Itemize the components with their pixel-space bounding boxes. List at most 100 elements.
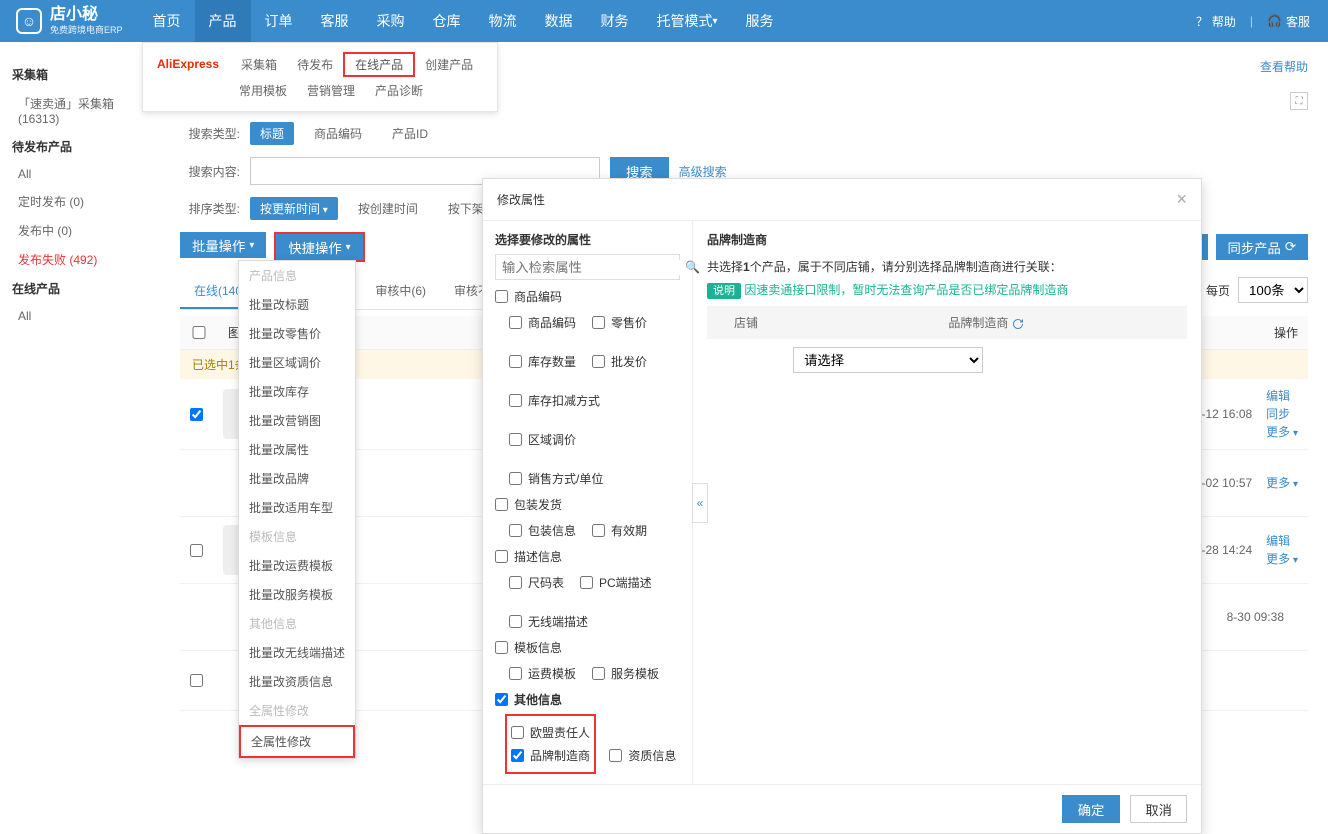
help-button[interactable]: ？帮助	[1196, 13, 1236, 30]
row-more[interactable]: 更多	[1266, 550, 1298, 568]
cancel-button[interactable]: 取消	[1130, 795, 1187, 823]
attr-selector-panel: 选择要修改的属性 🔍 商品编码 商品编码 零售价 库存数量 批发价 库存扣减方式…	[483, 221, 693, 784]
chk-ship[interactable]	[509, 667, 522, 680]
chk-deduct[interactable]	[509, 394, 522, 407]
close-icon[interactable]: ×	[1176, 189, 1187, 210]
chk-eu[interactable]	[511, 726, 524, 739]
grp-tpl-checkbox[interactable]	[495, 641, 508, 654]
sb-online-all[interactable]: All	[8, 303, 142, 329]
dd-qual[interactable]: 批量改资质信息	[239, 667, 355, 696]
chk-brand[interactable]	[511, 749, 524, 762]
dd-price[interactable]: 批量改零售价	[239, 319, 355, 348]
grp-desc-checkbox[interactable]	[495, 550, 508, 563]
chk-size[interactable]	[509, 576, 522, 589]
nav-finance[interactable]: 财务	[587, 0, 643, 42]
submenu-online[interactable]: 在线产品	[343, 52, 415, 77]
dd-region[interactable]: 批量区域调价	[239, 348, 355, 377]
select-all-checkbox[interactable]	[190, 326, 208, 339]
nav-logistics[interactable]: 物流	[475, 0, 531, 42]
attr-search-input[interactable]	[496, 260, 685, 275]
sb-pending-scheduled[interactable]: 定时发布 (0)	[8, 187, 142, 216]
nav-order[interactable]: 订单	[251, 0, 307, 42]
chk-mobile[interactable]	[509, 615, 522, 628]
nav-warehouse[interactable]: 仓库	[419, 0, 475, 42]
chk-pc[interactable]	[580, 576, 593, 589]
nav-data[interactable]: 数据	[531, 0, 587, 42]
search-content-label: 搜索内容:	[180, 163, 240, 180]
dd-mobile-desc[interactable]: 批量改无线端描述	[239, 638, 355, 667]
logo[interactable]: ☺ 店小秘 免费跨境电商ERP	[0, 7, 139, 36]
dd-image[interactable]: 批量改营销图	[239, 406, 355, 435]
row-edit[interactable]: 编辑	[1266, 387, 1298, 405]
submenu-marketing[interactable]: 营销管理	[297, 80, 365, 101]
submenu-create[interactable]: 创建产品	[415, 54, 483, 75]
chk-sku[interactable]	[509, 316, 522, 329]
cs-button[interactable]: 🎧客服	[1267, 13, 1310, 30]
sync-button[interactable]: 同步产品 ⟳	[1216, 234, 1308, 260]
chk-sale[interactable]	[509, 472, 522, 485]
tab-review[interactable]: 审核中(6)	[361, 274, 440, 309]
grp-pack-checkbox[interactable]	[495, 498, 508, 511]
refresh-icon[interactable]	[1012, 316, 1024, 330]
sort-create[interactable]: 按创建时间	[348, 197, 428, 220]
sb-pending-publishing[interactable]: 发布中 (0)	[8, 216, 142, 245]
sb-collect-item[interactable]: 「速卖通」采集箱 (16313)	[8, 89, 142, 132]
dd-attr[interactable]: 批量改属性	[239, 435, 355, 464]
brand-select[interactable]: 请选择	[793, 347, 983, 373]
batch-button[interactable]: 批量操作	[180, 232, 266, 258]
chk-valid[interactable]	[592, 524, 605, 537]
row-more[interactable]: 更多	[1266, 474, 1298, 492]
chk-wholesale[interactable]	[592, 355, 605, 368]
dd-hdr-tpl: 模板信息	[239, 522, 355, 551]
search-type-title[interactable]: 标题	[250, 122, 294, 145]
quick-button[interactable]: 快捷操作	[276, 234, 362, 260]
chk-svc[interactable]	[592, 667, 605, 680]
nav-service[interactable]: 服务	[732, 0, 788, 42]
collapse-icon[interactable]: «	[692, 483, 708, 523]
view-help-link[interactable]: 查看帮助	[1260, 58, 1308, 75]
row-more[interactable]: 更多	[1266, 423, 1298, 441]
dd-svc-tpl[interactable]: 批量改服务模板	[239, 580, 355, 609]
search-type-code[interactable]: 商品编码	[304, 122, 372, 145]
search-type-id[interactable]: 产品ID	[382, 122, 438, 145]
chk-pack[interactable]	[509, 524, 522, 537]
right-title: 品牌制造商	[707, 231, 1187, 248]
advanced-search-link[interactable]: 高级搜索	[679, 163, 727, 180]
dd-stock[interactable]: 批量改库存	[239, 377, 355, 406]
grp-other-checkbox[interactable]	[495, 693, 508, 706]
row-checkbox[interactable]	[190, 544, 203, 557]
perpage-select[interactable]: 100条	[1238, 277, 1308, 303]
ok-button[interactable]: 确定	[1062, 795, 1121, 823]
dd-ship-tpl[interactable]: 批量改运费模板	[239, 551, 355, 580]
submenu-collectbox[interactable]: 采集箱	[231, 54, 287, 75]
row-date: 8-12 16:08	[1195, 407, 1252, 421]
sb-pending-all[interactable]: All	[8, 161, 142, 187]
submenu-diag[interactable]: 产品诊断	[365, 80, 433, 101]
submenu-brand[interactable]: AliExpress	[157, 57, 231, 71]
sb-pending-failed[interactable]: 发布失败 (492)	[8, 245, 142, 274]
sort-update[interactable]: 按更新时间	[250, 197, 338, 220]
nav-product[interactable]: 产品	[195, 0, 251, 42]
grp-sku-checkbox[interactable]	[495, 290, 508, 303]
chk-retail[interactable]	[592, 316, 605, 329]
dd-title[interactable]: 批量改标题	[239, 290, 355, 319]
row-edit[interactable]: 编辑	[1266, 532, 1298, 550]
dd-car[interactable]: 批量改适用车型	[239, 493, 355, 522]
dd-all-attr[interactable]: 全属性修改	[239, 725, 355, 758]
dd-hdr-product: 产品信息	[239, 261, 355, 290]
nav-hosting[interactable]: 托管模式	[643, 0, 732, 42]
row-sync[interactable]: 同步	[1266, 405, 1298, 423]
nav-home[interactable]: 首页	[139, 0, 195, 42]
brand-table: 店铺 品牌制造商 请选择	[707, 306, 1187, 381]
dd-brand[interactable]: 批量改品牌	[239, 464, 355, 493]
chk-region[interactable]	[509, 433, 522, 446]
expand-icon[interactable]: ⛶	[1290, 92, 1308, 110]
chk-stock[interactable]	[509, 355, 522, 368]
submenu-pending[interactable]: 待发布	[287, 54, 343, 75]
row-checkbox[interactable]	[190, 674, 203, 687]
nav-support[interactable]: 客服	[307, 0, 363, 42]
row-checkbox[interactable]	[190, 408, 203, 421]
nav-purchase[interactable]: 采购	[363, 0, 419, 42]
chk-qual[interactable]	[609, 749, 622, 762]
submenu-template[interactable]: 常用模板	[229, 80, 297, 101]
